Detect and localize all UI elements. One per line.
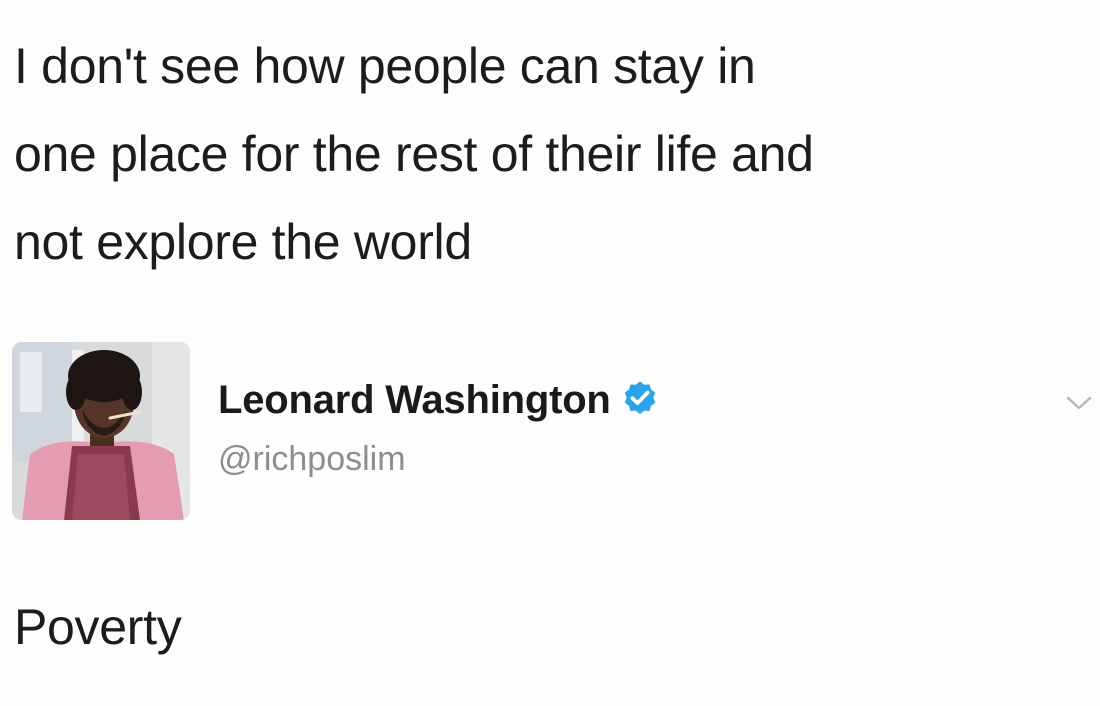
- avatar[interactable]: [12, 342, 190, 520]
- tweet-header: Leonard Washington @richposlim: [12, 342, 1092, 522]
- avatar-photo: [12, 342, 190, 520]
- quoted-tweet-line-2: one place for the rest of their life and: [14, 126, 814, 182]
- chevron-down-icon[interactable]: [1064, 392, 1094, 414]
- quoted-tweet-text: I don't see how people can stay in one p…: [14, 22, 1094, 286]
- user-handle[interactable]: @richposlim: [218, 440, 406, 479]
- quoted-tweet-line-3: not explore the world: [14, 214, 472, 270]
- quoted-tweet-line-1: I don't see how people can stay in: [14, 38, 756, 94]
- display-name[interactable]: Leonard Washington: [218, 378, 659, 423]
- tweet-text: Poverty: [14, 599, 182, 655]
- verified-badge-icon: [624, 381, 655, 414]
- display-name-text: Leonard Washington: [218, 378, 611, 422]
